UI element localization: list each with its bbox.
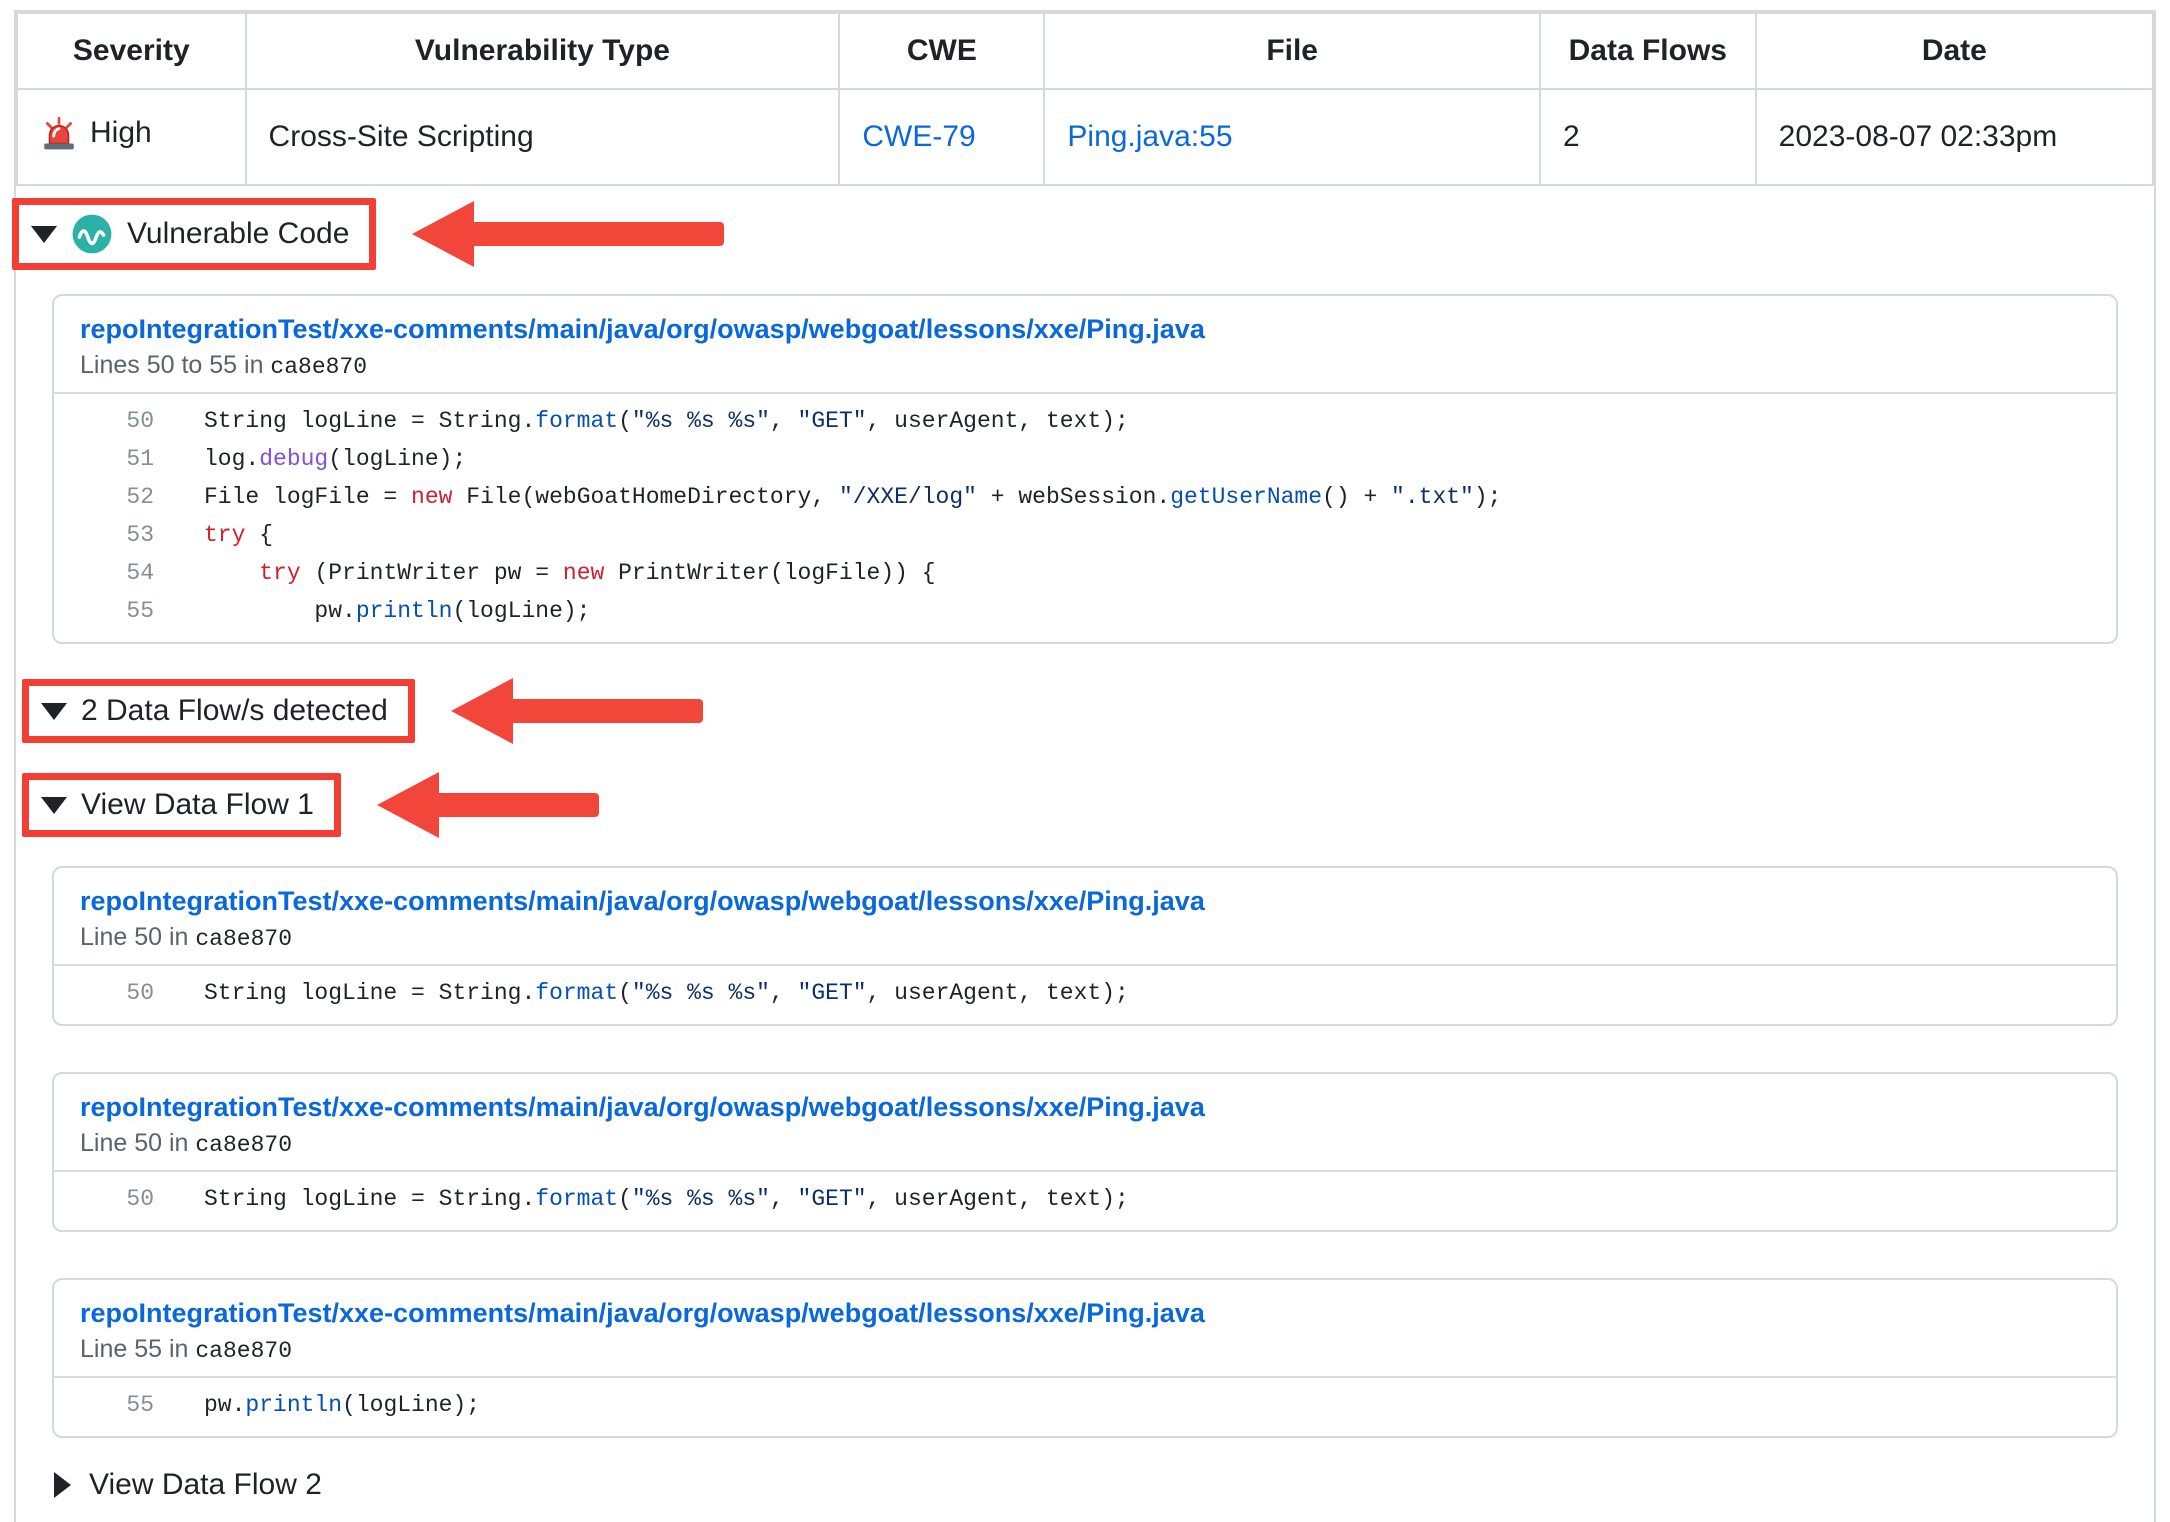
high-severity-siren-icon	[40, 114, 78, 152]
snippet-file-link[interactable]: repoIntegrationTest/xxe-comments/main/ja…	[80, 314, 1205, 345]
snippet-header: repoIntegrationTest/xxe-comments/main/ja…	[54, 1280, 2116, 1378]
vulnerability-type-cell: Cross-Site Scripting	[246, 89, 840, 185]
disclosure-down-icon	[41, 703, 67, 720]
data-flows-toggle[interactable]: 2 Data Flow/s detected	[22, 679, 415, 743]
line-range-text: Line 50 in	[80, 1129, 195, 1157]
code-line: 50String logLine = String.format("%s %s …	[54, 402, 2116, 440]
line-number: 55	[54, 592, 154, 630]
col-header-data-flows: Data Flows	[1540, 13, 1756, 89]
annotation-arrow-icon	[377, 772, 599, 838]
file-cell: Ping.java:55	[1044, 89, 1540, 185]
line-number: 54	[54, 554, 154, 592]
commit-hash: ca8e870	[195, 1132, 292, 1158]
code-block: 50String logLine = String.format("%s %s …	[54, 394, 2116, 642]
code-block: 50String logLine = String.format("%s %s …	[54, 966, 2116, 1024]
line-number: 50	[54, 1180, 154, 1218]
snippet-line-range: Line 50 in ca8e870	[80, 1129, 2090, 1158]
commit-hash: ca8e870	[195, 1338, 292, 1364]
summary-table: Severity Vulnerability Type CWE File Dat…	[16, 12, 2154, 186]
cwe-cell: CWE-79	[839, 89, 1044, 185]
vulnerable-code-label: Vulnerable Code	[127, 217, 349, 251]
code-line: 50String logLine = String.format("%s %s …	[54, 1180, 2116, 1218]
severity-cell: High	[17, 89, 246, 185]
snippet-file-link[interactable]: repoIntegrationTest/xxe-comments/main/ja…	[80, 1298, 1205, 1329]
code-text: try (PrintWriter pw = new PrintWriter(lo…	[154, 554, 936, 592]
data-flows-cell: 2	[1540, 89, 1756, 185]
line-range-text: Line 50 in	[80, 923, 195, 951]
code-line: 52File logFile = new File(webGoatHomeDir…	[54, 478, 2116, 516]
code-text: File logFile = new File(webGoatHomeDirec…	[154, 478, 1501, 516]
line-number: 50	[54, 974, 154, 1012]
annotation-arrow-icon	[451, 678, 703, 744]
code-text: pw.println(logLine);	[154, 592, 590, 630]
code-text: String logLine = String.format("%s %s %s…	[154, 1180, 1129, 1218]
disclosure-down-icon	[31, 226, 57, 243]
snippet-header: repoIntegrationTest/xxe-comments/main/ja…	[54, 868, 2116, 966]
severity-label: High	[90, 116, 152, 150]
code-line: 55pw.println(logLine);	[54, 1386, 2116, 1424]
code-text: pw.println(logLine);	[154, 1386, 480, 1424]
annotation-arrow-icon	[412, 201, 724, 267]
commit-hash: ca8e870	[195, 926, 292, 952]
date-cell: 2023-08-07 02:33pm	[1756, 89, 2153, 185]
vulnerable-code-toggle[interactable]: Vulnerable Code	[12, 198, 376, 270]
code-text: log.debug(logLine);	[154, 440, 466, 478]
code-line: 53try {	[54, 516, 2116, 554]
report-body: Vulnerable Code repoIntegrationTest/xxe-…	[16, 198, 2154, 1522]
code-block: 50String logLine = String.format("%s %s …	[54, 1172, 2116, 1230]
view-data-flow-1-toggle[interactable]: View Data Flow 1	[22, 773, 341, 837]
col-header-severity: Severity	[17, 13, 246, 89]
vulnerable-code-section-header: Vulnerable Code	[52, 198, 2118, 270]
code-text: String logLine = String.format("%s %s %s…	[154, 974, 1129, 1012]
snippet-file-link[interactable]: repoIntegrationTest/xxe-comments/main/ja…	[80, 1092, 1205, 1123]
code-line: 54 try (PrintWriter pw = new PrintWriter…	[54, 554, 2116, 592]
commit-hash: ca8e870	[270, 354, 367, 380]
disclosure-right-icon	[54, 1472, 71, 1498]
snippet-line-range: Lines 50 to 55 in ca8e870	[80, 351, 2090, 380]
data-flow-step-snippet: repoIntegrationTest/xxe-comments/main/ja…	[52, 1278, 2118, 1438]
view-data-flow-2-label: View Data Flow 2	[89, 1468, 322, 1502]
finding-row: High Cross-Site Scripting CWE-79 Ping.ja…	[17, 89, 2153, 185]
disclosure-down-icon	[41, 797, 67, 814]
code-block: 55pw.println(logLine);	[54, 1378, 2116, 1436]
line-number: 50	[54, 402, 154, 440]
code-text: String logLine = String.format("%s %s %s…	[154, 402, 1129, 440]
view-data-flow-1-label: View Data Flow 1	[81, 788, 314, 822]
code-line: 50String logLine = String.format("%s %s …	[54, 974, 2116, 1012]
snippet-file-link[interactable]: repoIntegrationTest/xxe-comments/main/ja…	[80, 886, 1205, 917]
line-number: 52	[54, 478, 154, 516]
summary-header-row: Severity Vulnerability Type CWE File Dat…	[17, 13, 2153, 89]
snippet-header: repoIntegrationTest/xxe-comments/main/ja…	[54, 1074, 2116, 1172]
col-header-file: File	[1044, 13, 1540, 89]
vulnerability-report: Severity Vulnerability Type CWE File Dat…	[14, 10, 2156, 1522]
snippet-line-range: Line 55 in ca8e870	[80, 1335, 2090, 1364]
data-flows-section-header: 2 Data Flow/s detected	[52, 678, 2118, 744]
data-flows-label: 2 Data Flow/s detected	[81, 694, 388, 728]
col-header-cwe: CWE	[839, 13, 1044, 89]
col-header-vulnerability-type: Vulnerability Type	[246, 13, 840, 89]
data-flow-step-snippet: repoIntegrationTest/xxe-comments/main/ja…	[52, 1072, 2118, 1232]
cwe-link[interactable]: CWE-79	[862, 120, 975, 153]
line-number: 55	[54, 1386, 154, 1424]
code-text: try {	[154, 516, 273, 554]
line-number: 53	[54, 516, 154, 554]
line-range-text: Lines 50 to 55 in	[80, 351, 270, 379]
vulnerable-code-snippet: repoIntegrationTest/xxe-comments/main/ja…	[52, 294, 2118, 644]
data-flow-step-snippet: repoIntegrationTest/xxe-comments/main/ja…	[52, 866, 2118, 1026]
col-header-date: Date	[1756, 13, 2153, 89]
line-range-text: Line 55 in	[80, 1335, 195, 1363]
code-line: 55 pw.println(logLine);	[54, 592, 2116, 630]
snippet-line-range: Line 50 in ca8e870	[80, 923, 2090, 952]
scanner-logo-icon	[71, 213, 113, 255]
code-line: 51log.debug(logLine);	[54, 440, 2116, 478]
snippet-header: repoIntegrationTest/xxe-comments/main/ja…	[54, 296, 2116, 394]
view-data-flow-1-header: View Data Flow 1	[52, 772, 2118, 838]
line-number: 51	[54, 440, 154, 478]
file-link[interactable]: Ping.java:55	[1067, 120, 1232, 153]
view-data-flow-2-toggle[interactable]: View Data Flow 2	[52, 1468, 2118, 1502]
